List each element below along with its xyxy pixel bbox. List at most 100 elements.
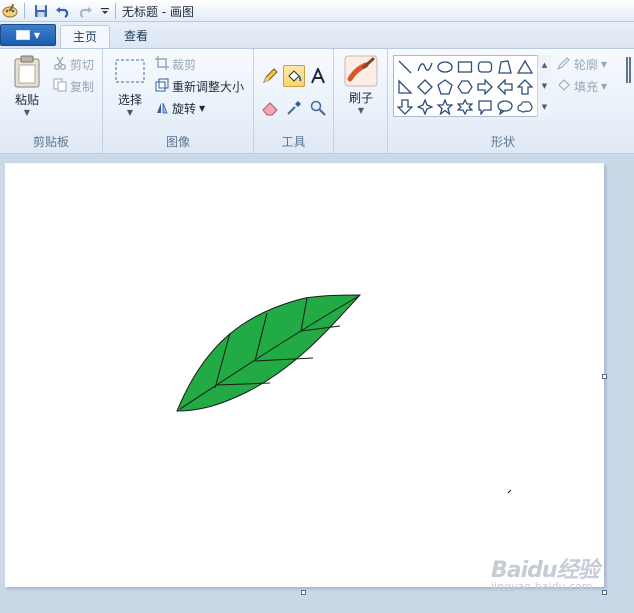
drawing-canvas[interactable]: Baidu经验 jingyan.baidu.com — [5, 163, 604, 593]
clipboard-icon — [14, 55, 40, 88]
clipboard-group-label: 剪贴板 — [32, 135, 69, 149]
line-shape-icon[interactable] — [395, 57, 415, 77]
chevron-down-icon: ▼ — [199, 103, 206, 113]
chevron-down-icon: ▼ — [126, 108, 134, 117]
select-label: 选择 — [117, 93, 142, 107]
outline-button[interactable]: 轮廓 ▼ — [556, 55, 608, 73]
right-arrow-shape-icon[interactable] — [475, 77, 495, 97]
rotate-label: 旋转 — [172, 101, 197, 116]
crop-button[interactable]: 裁剪 — [155, 55, 196, 73]
copy-icon — [53, 78, 67, 95]
brushes-group: 刷子 ▼ — [334, 49, 388, 153]
tab-home[interactable]: 主页 — [60, 25, 111, 49]
separator — [24, 3, 25, 19]
watermark-url: jingyan.baidu.com — [491, 580, 593, 593]
shapes-gallery — [393, 55, 551, 117]
right-triangle-shape-icon[interactable] — [395, 77, 415, 97]
brush-icon — [344, 55, 378, 87]
four-point-star-shape-icon[interactable] — [415, 97, 435, 117]
rotate-icon — [155, 100, 169, 117]
chevron-down-icon: ▼ — [601, 81, 608, 91]
selection-rectangle-icon — [115, 59, 145, 83]
image-group: 选择 ▼ 裁剪 重新调整大小 旋转 ▼ 图像 — [103, 49, 254, 153]
baidu-watermark: Baidu经验 jingyan.baidu.com — [491, 552, 600, 593]
undo-icon[interactable] — [55, 3, 71, 19]
diamond-shape-icon[interactable] — [415, 77, 435, 97]
curve-shape-icon[interactable] — [415, 57, 435, 77]
six-point-star-shape-icon[interactable] — [455, 97, 475, 117]
fill-bucket-icon[interactable] — [283, 65, 305, 87]
triangle-shape-icon[interactable] — [515, 57, 535, 77]
color-picker-icon[interactable] — [283, 97, 305, 119]
hexagon-shape-icon[interactable] — [455, 77, 475, 97]
brushes-button[interactable]: 刷子 ▼ — [342, 55, 380, 115]
tools-group: 工具 — [254, 49, 334, 153]
magnifier-icon[interactable] — [307, 97, 329, 119]
scroll-down-icon[interactable]: ▼ — [542, 82, 547, 90]
fill-button[interactable]: 填充 ▼ — [557, 77, 607, 95]
select-button[interactable]: 选择 ▼ — [112, 57, 148, 117]
chevron-down-icon: ▼ — [357, 106, 365, 115]
save-icon[interactable] — [33, 3, 49, 19]
copy-label: 复制 — [70, 79, 95, 94]
chevron-down-icon: ▼ — [33, 30, 41, 40]
brushes-label: 刷子 — [348, 91, 373, 105]
more-options-icon[interactable] — [626, 57, 631, 83]
up-arrow-shape-icon[interactable] — [515, 77, 535, 97]
left-arrow-shape-icon[interactable] — [495, 77, 515, 97]
resize-button[interactable]: 重新调整大小 — [155, 77, 244, 95]
leaf-shape — [176, 294, 362, 412]
oval-callout-shape-icon[interactable] — [495, 97, 515, 117]
eraser-icon[interactable] — [259, 97, 281, 119]
rounded-callout-shape-icon[interactable] — [475, 97, 495, 117]
outline-label: 轮廓 — [574, 57, 599, 72]
paste-label: 粘贴 — [14, 93, 39, 107]
ribbon-tab-row: ▼ 主页 查看 — [0, 22, 634, 49]
image-group-label: 图像 — [165, 135, 190, 149]
shapes-group-label: 形状 — [490, 135, 515, 149]
work-area[interactable]: Baidu经验 jingyan.baidu.com — [0, 155, 634, 613]
outline-pencil-icon — [556, 56, 571, 73]
pencil-icon[interactable] — [259, 65, 281, 87]
resize-handle-right[interactable] — [602, 374, 607, 379]
scroll-up-icon[interactable]: ▲ — [542, 61, 547, 69]
paint-app-icon[interactable] — [2, 3, 18, 19]
cut-label: 剪切 — [70, 57, 95, 72]
five-point-star-shape-icon[interactable] — [435, 97, 455, 117]
crop-icon — [155, 55, 169, 73]
copy-button[interactable]: 复制 — [53, 77, 94, 95]
customize-toolbar-icon[interactable] — [97, 3, 113, 19]
shapes-scrollbar[interactable]: ▲ ▼ ▼ — [537, 55, 551, 117]
oval-shape-icon[interactable] — [435, 57, 455, 77]
text-icon[interactable] — [307, 65, 329, 87]
rectangle-shape-icon[interactable] — [455, 57, 475, 77]
gallery-expand-icon[interactable]: ▼ — [542, 103, 547, 111]
clipboard-group: 粘贴 ▼ 剪切 复制 剪贴板 — [0, 49, 103, 153]
resize-label: 重新调整大小 — [172, 79, 245, 94]
tab-view[interactable]: 查看 — [112, 25, 160, 49]
polygon-shape-icon[interactable] — [495, 57, 515, 77]
rotate-button[interactable]: 旋转 ▼ — [155, 99, 205, 117]
down-arrow-shape-icon[interactable] — [395, 97, 415, 117]
resize-handle-corner[interactable] — [602, 590, 607, 595]
fill-bucket-small-icon — [557, 78, 571, 95]
fill-label: 填充 — [574, 79, 599, 94]
document-icon — [15, 30, 30, 40]
crop-label: 裁剪 — [172, 57, 197, 72]
separator — [115, 3, 116, 19]
redo-icon[interactable] — [77, 3, 93, 19]
stray-mark — [507, 489, 512, 494]
cloud-callout-shape-icon[interactable] — [515, 97, 535, 117]
ribbon: 粘贴 ▼ 剪切 复制 剪贴板 选择 ▼ 裁剪 重新调整大小 旋转 ▼ 图像 工具… — [0, 48, 634, 154]
scissors-icon — [53, 56, 67, 73]
cut-button[interactable]: 剪切 — [53, 55, 94, 73]
paste-button[interactable]: 粘贴 ▼ — [8, 55, 46, 117]
leaf-drawing — [176, 294, 512, 494]
resize-icon — [155, 78, 169, 95]
rounded-rectangle-shape-icon[interactable] — [475, 57, 495, 77]
pentagon-shape-icon[interactable] — [435, 77, 455, 97]
resize-handle-bottom[interactable] — [301, 590, 306, 595]
paint-menu-button[interactable]: ▼ — [0, 24, 56, 46]
chevron-down-icon: ▼ — [601, 59, 608, 69]
chevron-down-icon: ▼ — [23, 108, 31, 117]
